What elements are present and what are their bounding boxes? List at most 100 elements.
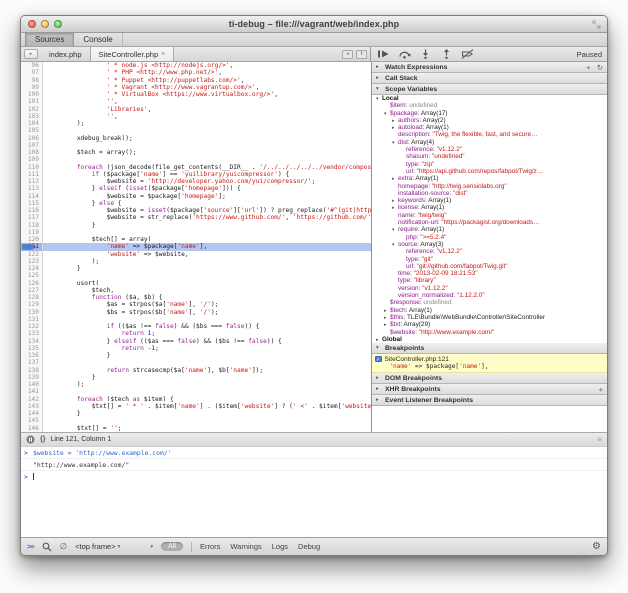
- code-line[interactable]: 132 if (($as !== false) && ($bs === fals…: [21, 323, 371, 330]
- scope-variable-row[interactable]: ▸autoload: Array(1): [372, 124, 607, 131]
- code-line[interactable]: 137: [21, 359, 371, 366]
- code-text[interactable]: }: [43, 374, 371, 381]
- code-text[interactable]: }: [43, 265, 371, 272]
- line-number-gutter[interactable]: 103: [21, 113, 43, 120]
- code-line[interactable]: 100 ' * VirtualBox <https://www.virtualb…: [21, 91, 371, 98]
- search-icon[interactable]: [42, 542, 52, 552]
- code-text[interactable]: $website = isset($package['source']['url…: [43, 207, 371, 214]
- code-line[interactable]: 127 $tech,: [21, 287, 371, 294]
- code-text[interactable]: $tech,: [43, 287, 371, 294]
- code-line[interactable]: 98 ' * Puppet <http://puppetlabs.com/>',: [21, 77, 371, 84]
- code-line[interactable]: 104 );: [21, 120, 371, 127]
- line-number-gutter[interactable]: 119: [21, 229, 43, 236]
- line-number-gutter[interactable]: 112: [21, 178, 43, 185]
- code-text[interactable]: }: [43, 352, 371, 359]
- section-header-breakpoints[interactable]: ▾Breakpoints: [372, 343, 607, 354]
- close-tab-icon[interactable]: ×: [161, 51, 165, 58]
- scope-variable-row[interactable]: ▾$package: Array(17): [372, 110, 607, 117]
- line-number-gutter[interactable]: 113: [21, 185, 43, 192]
- code-line[interactable]: 134 } elseif (($as === false) && ($bs !=…: [21, 338, 371, 345]
- section-header-dom[interactable]: ▸DOM Breakpoints: [372, 373, 607, 384]
- line-number-gutter[interactable]: 115: [21, 200, 43, 207]
- line-number-gutter[interactable]: 127: [21, 287, 43, 294]
- step-over-icon[interactable]: [397, 49, 411, 60]
- line-number-gutter[interactable]: 137: [21, 359, 43, 366]
- scope-variable-row[interactable]: homepage: "http://twig.sensiolabs.org": [372, 183, 607, 190]
- line-number-gutter[interactable]: 108: [21, 149, 43, 156]
- scope-variable-row[interactable]: ▾source: Array(3): [372, 241, 607, 248]
- code-line[interactable]: 140 );: [21, 381, 371, 388]
- scope-variable-row[interactable]: description: "Twig, the flexible, fast, …: [372, 131, 607, 138]
- code-line[interactable]: 112 $website = 'http://developer.yahoo.c…: [21, 178, 371, 185]
- code-text[interactable]: $txt[] = ' * ' . $item['name'] . ($item[…: [43, 403, 371, 410]
- scope-variable-row[interactable]: ▸license: Array(1): [372, 204, 607, 211]
- minimize-window-icon[interactable]: [41, 20, 49, 28]
- code-text[interactable]: } elseif (isset($package['homepage'])) {: [43, 185, 371, 192]
- line-number-gutter[interactable]: 139: [21, 374, 43, 381]
- scope-variable-row[interactable]: type: "library": [372, 277, 607, 284]
- code-text[interactable]: } elseif (($as === false) && ($bs !== fa…: [43, 338, 371, 345]
- deactivate-breakpoints-icon[interactable]: [460, 49, 474, 60]
- code-text[interactable]: ' * node.js <http://nodejs.org/>',: [43, 62, 371, 69]
- line-number-gutter[interactable]: 116: [21, 207, 43, 214]
- code-text[interactable]: 'Libraries',: [43, 106, 371, 113]
- code-text[interactable]: return -1;: [43, 345, 371, 352]
- line-number-gutter[interactable]: 99: [21, 84, 43, 91]
- code-text[interactable]: '',: [43, 98, 371, 105]
- add-icon[interactable]: +: [586, 63, 590, 72]
- line-number-gutter[interactable]: 146: [21, 425, 43, 432]
- line-number-gutter[interactable]: 101: [21, 98, 43, 105]
- line-number-gutter[interactable]: 121: [21, 243, 43, 250]
- line-number-gutter[interactable]: 122: [21, 251, 43, 258]
- line-number-gutter[interactable]: 102: [21, 106, 43, 113]
- filter-all-button[interactable]: All: [161, 542, 183, 551]
- code-text[interactable]: '',: [43, 113, 371, 120]
- scope-variable-row[interactable]: ▸extra: Array(1): [372, 175, 607, 182]
- line-number-gutter[interactable]: 126: [21, 280, 43, 287]
- code-line[interactable]: 142 foreach ($tech as $item) {: [21, 396, 371, 403]
- line-number-gutter[interactable]: 133: [21, 330, 43, 337]
- sidebar-expand-icon[interactable]: ◂: [342, 50, 353, 59]
- code-text[interactable]: ' * Vagrant <http://www.vagrantup.com/>'…: [43, 84, 371, 91]
- scope-variable-row[interactable]: version: "v1.12.2": [372, 285, 607, 292]
- scope-variable-row[interactable]: ▾Local: [372, 95, 607, 102]
- code-line[interactable]: 101 '',: [21, 98, 371, 105]
- scope-variable-row[interactable]: ▸authors: Array(2): [372, 117, 607, 124]
- line-number-gutter[interactable]: 111: [21, 171, 43, 178]
- code-text[interactable]: [43, 156, 371, 163]
- code-text[interactable]: $website = 'http://developer.yahoo.com/y…: [43, 178, 371, 185]
- file-tab-sitecontroller-php[interactable]: SiteController.php ×: [90, 47, 175, 61]
- code-text[interactable]: );: [43, 258, 371, 265]
- line-number-gutter[interactable]: 107: [21, 142, 43, 149]
- file-tab-index-php[interactable]: index.php: [41, 47, 90, 61]
- scope-variable-row[interactable]: url: "https://api.github.com/repos/fabpo…: [372, 168, 607, 175]
- code-editor[interactable]: 96 ' * node.js <http://nodejs.org/>',97 …: [21, 62, 371, 432]
- code-line[interactable]: 133 return 1;: [21, 330, 371, 337]
- scope-variable-row[interactable]: php: ">=5.2.4": [372, 234, 607, 241]
- code-text[interactable]: usort(: [43, 280, 371, 287]
- step-out-icon[interactable]: [439, 49, 453, 60]
- code-line[interactable]: 135 return -1;: [21, 345, 371, 352]
- scope-variable-row[interactable]: url: "git://github.com/fabpot/Twig.git": [372, 263, 607, 270]
- code-line[interactable]: 146 $txt[] = '';: [21, 425, 371, 432]
- code-line[interactable]: 99 ' * Vagrant <http://www.vagrantup.com…: [21, 84, 371, 91]
- code-line[interactable]: 141: [21, 388, 371, 395]
- code-line[interactable]: 105: [21, 127, 371, 134]
- line-number-gutter[interactable]: 123: [21, 258, 43, 265]
- code-text[interactable]: xdebug_break();: [43, 135, 371, 142]
- refresh-icon[interactable]: ↻: [597, 63, 603, 72]
- code-text[interactable]: return strcasecmp($a['name'], $b['name']…: [43, 367, 371, 374]
- code-line[interactable]: 97 ' * PHP <http://www.php.net/>',: [21, 69, 371, 76]
- scope-variable-row[interactable]: ▸Global: [372, 336, 607, 343]
- code-text[interactable]: } else {: [43, 200, 371, 207]
- section-header-event[interactable]: ▸Event Listener Breakpoints: [372, 395, 607, 406]
- filter-errors[interactable]: Errors: [200, 542, 220, 551]
- code-text[interactable]: ' * VirtualBox <https://www.virtualbox.o…: [43, 91, 371, 98]
- scope-variable-row[interactable]: ▾require: Array(1): [372, 226, 607, 233]
- code-line[interactable]: 131: [21, 316, 371, 323]
- code-line[interactable]: 144 }: [21, 410, 371, 417]
- scope-variable-row[interactable]: ▸$this: TLE\Bundle\WebBundle\Controller\…: [372, 314, 607, 321]
- zoom-window-icon[interactable]: [54, 20, 62, 28]
- code-line[interactable]: 106 xdebug_break();: [21, 135, 371, 142]
- code-line[interactable]: 120 $tech[] = array(: [21, 236, 371, 243]
